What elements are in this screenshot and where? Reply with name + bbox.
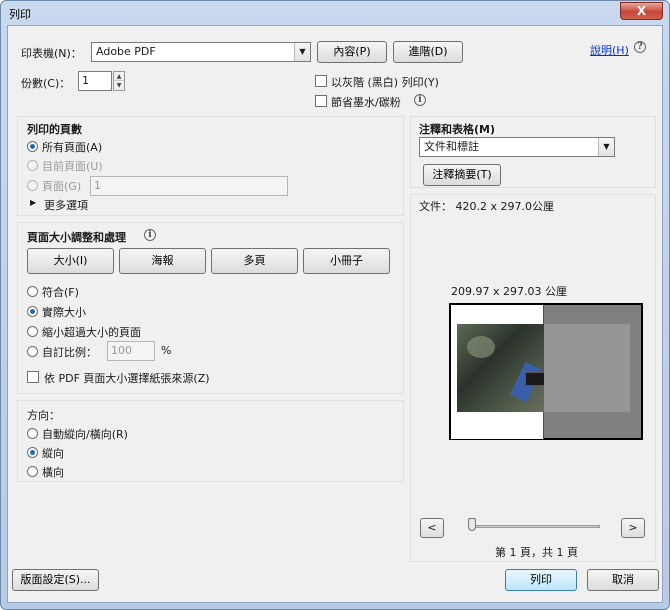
save-ink-label: 節省墨水/碳粉 (331, 96, 401, 109)
printer-select[interactable]: Adobe PDF ▼ (91, 42, 311, 62)
help-link[interactable]: 說明(H) (590, 42, 629, 58)
sizing-title: 頁面大小調整和處理 (27, 231, 126, 244)
orientation-section: 方向： 自動縱向/橫向(R) 縱向 橫向 (17, 400, 404, 482)
pages-section: 列印的頁數 所有頁面(A) 目前頁面(U) 頁面(G) 1 ▶ 更多選項 (17, 116, 404, 216)
copies-stepper[interactable]: ▲ ▼ (113, 71, 125, 91)
tab-size[interactable]: 大小(I) (27, 248, 114, 274)
next-page-button[interactable]: > (621, 518, 645, 538)
tab-multiple[interactable]: 多頁 (211, 248, 298, 274)
current-page-label: 目前頁面(U) (42, 160, 103, 173)
dialog-body: 印表機(N)： Adobe PDF ▼ 內容(P) 進階(D) 說明(H) ? … (7, 25, 663, 603)
photo-blur (467, 336, 495, 358)
print-dialog: 列印 X 印表機(N)： Adobe PDF ▼ 內容(P) 進階(D) 說明(… (0, 0, 670, 610)
comments-select-value: 文件和標註 (424, 140, 479, 153)
custom-scale-input[interactable]: 100 (107, 341, 155, 361)
properties-button[interactable]: 內容(P) (317, 41, 387, 63)
up-arrow-icon[interactable]: ▲ (114, 72, 124, 81)
copies-label: 份數(C)： (21, 77, 71, 90)
comments-select[interactable]: 文件和標註 ▼ (419, 137, 615, 157)
cancel-button[interactable]: 取消 (587, 569, 659, 591)
page-setup-button[interactable]: 版面設定(S)... (12, 569, 99, 591)
document-size: 文件： 420.2 x 297.0公厘 (419, 200, 554, 213)
preview-photo (457, 324, 544, 412)
grayscale-checkbox[interactable] (315, 75, 327, 87)
chevron-down-icon[interactable]: ▼ (294, 43, 310, 61)
preview-photo-outside (544, 324, 630, 412)
percent-label: % (161, 344, 172, 357)
pages-title: 列印的頁數 (27, 123, 82, 136)
auto-orientation-radio[interactable] (27, 428, 38, 439)
copies-input[interactable]: 1 (78, 71, 112, 91)
zoom-slider-handle[interactable] (468, 518, 476, 531)
all-pages-label: 所有頁面(A) (42, 141, 103, 154)
page-range-radio[interactable] (27, 180, 38, 191)
landscape-label: 橫向 (42, 466, 64, 479)
custom-scale-radio[interactable] (27, 346, 38, 357)
actual-size-radio[interactable] (27, 306, 38, 317)
fit-label: 符合(F) (42, 286, 79, 299)
printer-label: 印表機(N)： (21, 47, 82, 60)
more-options-link[interactable]: 更多選項 (44, 197, 88, 213)
fit-radio[interactable] (27, 286, 38, 297)
chevron-down-icon[interactable]: ▼ (598, 138, 614, 156)
orientation-title: 方向： (27, 409, 60, 422)
printer-select-value: Adobe PDF (96, 45, 156, 58)
pdf-paper-source-checkbox[interactable] (27, 371, 39, 383)
tab-poster[interactable]: 海報 (119, 248, 206, 274)
comments-section: 注釋和表格(M) 文件和標註 ▼ 注釋摘要(T) (410, 116, 656, 188)
page-status: 第 1 頁，共 1 頁 (495, 546, 578, 559)
down-arrow-icon[interactable]: ▼ (114, 81, 124, 90)
shrink-radio[interactable] (27, 326, 38, 337)
all-pages-radio[interactable] (27, 141, 38, 152)
summarize-comments-button[interactable]: 注釋摘要(T) (423, 164, 501, 186)
help-icon[interactable]: ? (634, 41, 646, 53)
expand-triangle-icon[interactable]: ▶ (30, 198, 36, 207)
previous-page-button[interactable]: < (420, 518, 444, 538)
paper-size: 209.97 x 297.03 公厘 (451, 285, 567, 298)
grayscale-label: 以灰階 (黑白) 列印(Y) (331, 76, 439, 89)
photo-camera (525, 372, 544, 386)
page-range-input[interactable]: 1 (90, 176, 288, 196)
portrait-radio[interactable] (27, 447, 38, 458)
info-icon[interactable]: i (144, 229, 156, 241)
custom-scale-label: 自訂比例： (42, 346, 97, 359)
info-icon[interactable]: i (414, 94, 426, 106)
advanced-button[interactable]: 進階(D) (393, 41, 463, 63)
shrink-label: 縮小超過大小的頁面 (42, 326, 141, 339)
current-page-radio[interactable] (27, 160, 38, 171)
close-button[interactable]: X (620, 2, 663, 20)
title-bar[interactable]: 列印 X (1, 1, 669, 25)
tab-booklet[interactable]: 小冊子 (303, 248, 390, 274)
actual-size-label: 實際大小 (42, 306, 86, 319)
window-title: 列印 (9, 8, 31, 21)
print-button[interactable]: 列印 (505, 569, 577, 591)
portrait-label: 縱向 (42, 447, 64, 460)
page-range-label: 頁面(G) (42, 180, 82, 193)
comments-title: 注釋和表格(M) (419, 123, 496, 136)
save-ink-checkbox[interactable] (315, 95, 327, 107)
pdf-paper-source-label: 依 PDF 頁面大小選擇紙張來源(Z) (44, 372, 210, 385)
sizing-section: 頁面大小調整和處理 i 大小(I) 海報 多頁 小冊子 符合(F) 實際大小 縮… (17, 222, 404, 394)
zoom-slider-track[interactable] (470, 525, 600, 528)
landscape-radio[interactable] (27, 466, 38, 477)
auto-orientation-label: 自動縱向/橫向(R) (42, 428, 128, 441)
